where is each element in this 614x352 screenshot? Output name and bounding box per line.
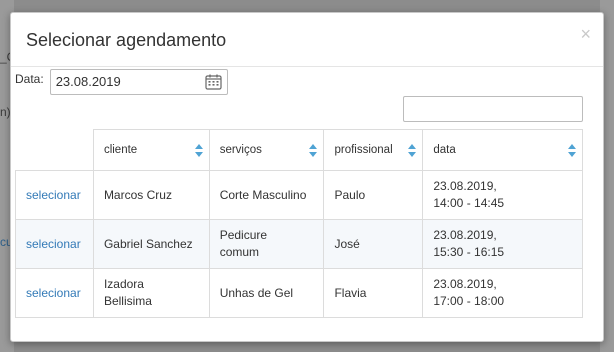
date-picker[interactable] bbox=[49, 69, 228, 95]
search-input[interactable] bbox=[403, 96, 583, 122]
close-icon[interactable]: × bbox=[580, 25, 591, 43]
select-link[interactable]: selecionar bbox=[26, 188, 81, 202]
table-header-row: cliente serviços profissional data bbox=[15, 129, 583, 171]
column-header-servicos[interactable]: serviços bbox=[208, 129, 325, 171]
select-link[interactable]: selecionar bbox=[26, 286, 81, 300]
date-input[interactable] bbox=[55, 74, 196, 89]
cell-servicos: Pedicure comum bbox=[208, 219, 325, 269]
table-row: selecionar Marcos Cruz Corte Masculino P… bbox=[15, 170, 583, 220]
cell-data-time: 17:00 - 18:00 bbox=[433, 294, 505, 308]
date-label: Data: bbox=[15, 72, 44, 86]
select-link[interactable]: selecionar bbox=[26, 237, 81, 251]
cell-cliente-line: Bellisima bbox=[103, 294, 152, 308]
cell-data: 23.08.2019, 15:30 - 16:15 bbox=[422, 219, 583, 269]
action-column-header bbox=[15, 129, 94, 171]
cell-cliente: Izadora Bellisima bbox=[92, 268, 210, 318]
dialog-header: Selecionar agendamento × bbox=[11, 13, 603, 67]
column-header-label: data bbox=[433, 144, 456, 156]
column-header-label: serviços bbox=[219, 144, 262, 156]
table-row: selecionar Gabriel Sanchez Pedicure comum… bbox=[15, 219, 583, 269]
cell-data-time: 14:00 - 14:45 bbox=[433, 196, 505, 210]
column-header-label: profissional bbox=[334, 144, 393, 156]
cell-cliente-line: Izadora bbox=[103, 277, 144, 291]
dialog-title: Selecionar agendamento bbox=[26, 30, 227, 50]
sort-icon[interactable] bbox=[408, 144, 417, 157]
cell-data-date: 23.08.2019, bbox=[433, 228, 497, 242]
sort-icon[interactable] bbox=[194, 144, 203, 157]
cell-cliente: Gabriel Sanchez bbox=[92, 219, 210, 269]
cell-servicos: Unhas de Gel bbox=[208, 268, 325, 318]
column-header-profissional[interactable]: profissional bbox=[323, 129, 424, 171]
column-header-cliente[interactable]: cliente bbox=[92, 129, 210, 171]
cell-data: 23.08.2019, 17:00 - 18:00 bbox=[422, 268, 583, 318]
column-header-data[interactable]: data bbox=[422, 129, 583, 171]
cell-profissional: Paulo bbox=[323, 170, 424, 220]
cell-data-date: 23.08.2019, bbox=[433, 179, 497, 193]
date-filter: Data: bbox=[15, 68, 228, 96]
column-header-label: cliente bbox=[103, 144, 138, 156]
cell-data-time: 15:30 - 16:15 bbox=[433, 245, 505, 259]
sort-icon[interactable] bbox=[309, 144, 318, 157]
cell-profissional: José bbox=[323, 219, 424, 269]
cell-servicos-line: Pedicure bbox=[219, 228, 268, 242]
cell-data-date: 23.08.2019, bbox=[433, 277, 497, 291]
cell-data: 23.08.2019, 14:00 - 14:45 bbox=[422, 170, 583, 220]
cell-profissional: Flavia bbox=[323, 268, 424, 318]
calendar-icon[interactable] bbox=[205, 74, 222, 90]
cell-servicos-line: comum bbox=[219, 245, 260, 259]
cell-cliente: Marcos Cruz bbox=[92, 170, 210, 220]
appointments-table: cliente serviços profissional data selec… bbox=[15, 129, 583, 318]
table-row: selecionar Izadora Bellisima Unhas de Gel… bbox=[15, 268, 583, 318]
cell-servicos: Corte Masculino bbox=[208, 170, 325, 220]
sort-icon[interactable] bbox=[568, 144, 576, 157]
